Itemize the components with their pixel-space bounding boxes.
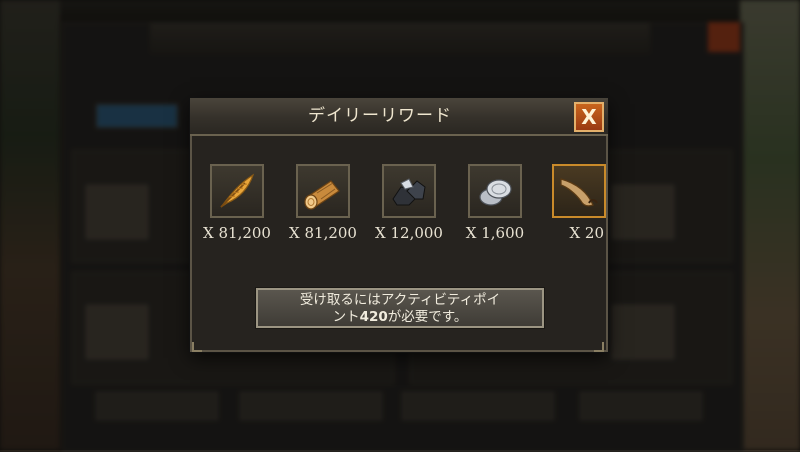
reward-item-silver[interactable]: X 1,600	[456, 164, 534, 242]
horn-icon	[552, 164, 606, 218]
close-button[interactable]: X	[574, 102, 604, 132]
reward-item-wood[interactable]: X 81,200	[284, 164, 362, 242]
dialog-title-bar: デイリーリワード X	[190, 98, 608, 136]
reward-quantity: X 81,200	[203, 224, 271, 242]
reward-item-feather[interactable]: X 81,200	[198, 164, 276, 242]
daily-reward-dialog: デイリーリワード X X 81,200 X 81,200 X 12,000 X …	[190, 98, 608, 352]
reward-item-iron[interactable]: X 12,000	[370, 164, 448, 242]
wood-log-icon	[296, 164, 350, 218]
requirement-line2-suffix: が必要です。	[387, 309, 468, 325]
dialog-title: デイリーリワード	[308, 106, 452, 126]
reward-item-horn[interactable]: X 20	[542, 164, 606, 242]
feather-icon	[210, 164, 264, 218]
corner-ornament	[594, 342, 604, 352]
requirement-line1: 受け取るにはアクティビティポイ	[299, 292, 501, 308]
requirement-line2-prefix: ント	[332, 309, 360, 325]
reward-quantity: X 20	[569, 224, 604, 242]
reward-quantity: X 1,600	[465, 224, 525, 242]
reward-quantity: X 81,200	[289, 224, 357, 242]
iron-ore-icon	[382, 164, 436, 218]
requirement-text: 受け取るにはアクティビティポイ ント420が必要です。	[264, 292, 536, 326]
activity-points-requirement: 受け取るにはアクティビティポイ ント420が必要です。	[256, 288, 544, 328]
required-points: 420	[359, 309, 388, 325]
close-icon: X	[581, 105, 597, 129]
silver-coins-icon	[468, 164, 522, 218]
reward-quantity: X 12,000	[375, 224, 443, 242]
corner-ornament	[192, 342, 202, 352]
